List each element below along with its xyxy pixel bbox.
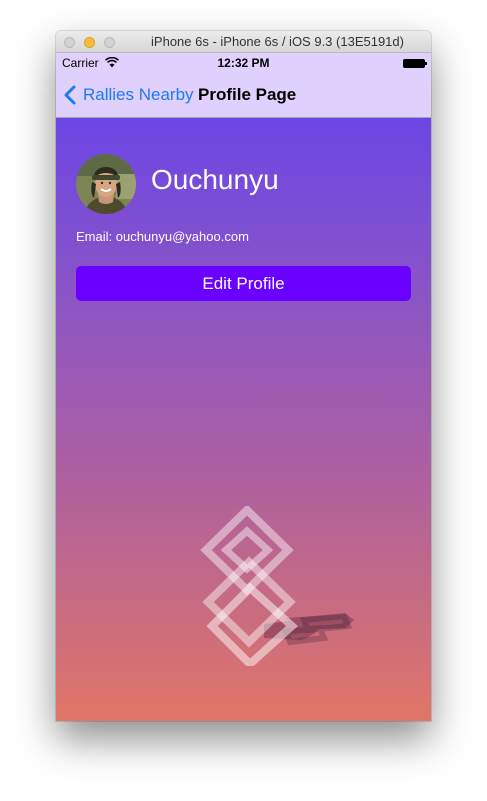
back-button[interactable]: Rallies Nearby [64,73,194,117]
window-zoom-button[interactable] [104,37,115,48]
avatar [76,154,136,214]
profile-email: Email: ouchunyu@yahoo.com [76,229,249,244]
profile-content: Ouchunyu Email: ouchunyu@yahoo.com Edit … [56,118,431,721]
app-logo-graphic [200,506,354,666]
battery-icon [403,59,427,68]
status-bar: Carrier 12:32 PM [56,53,431,73]
window-close-button[interactable] [64,37,75,48]
edit-profile-button[interactable]: Edit Profile [76,266,411,301]
back-button-label: Rallies Nearby [83,85,194,104]
window-minimize-button[interactable] [84,37,95,48]
back-chevron-icon [64,85,76,105]
window-titlebar: iPhone 6s - iPhone 6s / iOS 9.3 (13E5191… [56,31,431,53]
device-screen: Carrier 12:32 PM Rallies Nearby Profile … [56,53,431,721]
status-time: 12:32 PM [217,56,270,70]
page-title: Profile Page [198,85,297,104]
window-title: iPhone 6s - iPhone 6s / iOS 9.3 (13E5191… [151,34,404,49]
navigation-bar: Rallies Nearby Profile Page [56,73,431,118]
profile-name: Ouchunyu [151,164,279,195]
simulator-window: iPhone 6s - iPhone 6s / iOS 9.3 (13E5191… [56,31,431,721]
